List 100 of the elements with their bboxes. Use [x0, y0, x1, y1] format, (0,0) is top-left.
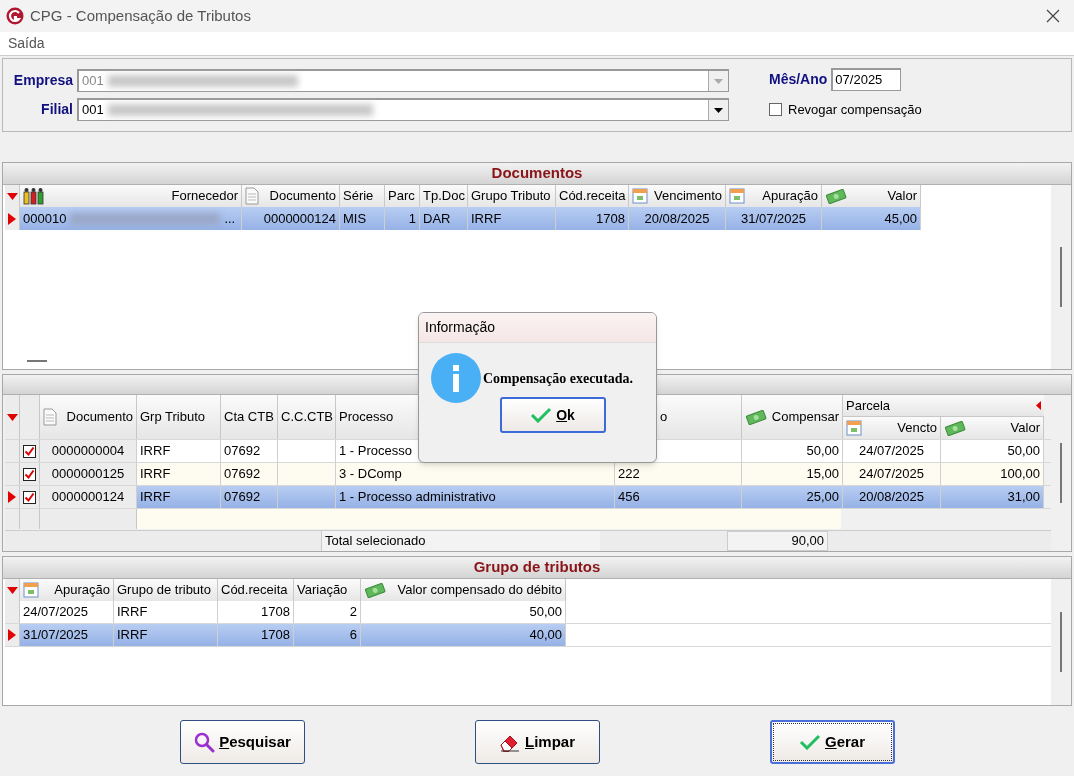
column-header[interactable]: Variação — [294, 579, 361, 601]
column-header[interactable]: Apuração — [20, 579, 114, 601]
column-header[interactable]: Cód.receita — [556, 185, 629, 207]
panel-title: Grupo de tributos — [473, 557, 601, 578]
column-header[interactable]: Apuração — [726, 185, 822, 207]
column-header[interactable]: Documento — [242, 185, 340, 207]
table-cell: 24/07/2025 — [843, 440, 941, 462]
table-cell: 0000000124 — [242, 207, 340, 230]
table-cell: 1 — [385, 207, 420, 230]
checkbox[interactable] — [769, 103, 782, 117]
column-header[interactable]: Tp.Doc — [420, 185, 468, 207]
field-label: Mês/Ano — [769, 70, 828, 89]
table-cell: MIS — [340, 207, 385, 230]
ok-button[interactable]: Ok — [499, 397, 606, 433]
column-group-header: Parcela — [843, 395, 1044, 417]
search-icon — [193, 731, 216, 753]
scrollbar-thumb[interactable] — [1060, 443, 1062, 503]
people-icon — [23, 187, 45, 205]
check-icon — [530, 407, 553, 423]
money-icon — [944, 420, 966, 436]
total-value: 90,00 — [727, 531, 828, 551]
table-cell: 0000000004 — [40, 440, 137, 462]
document-icon — [245, 187, 259, 205]
column-header[interactable]: Grupo de tributo — [114, 579, 218, 601]
selection-arrow-icon — [8, 629, 16, 641]
column-header[interactable] — [5, 185, 20, 207]
column-header[interactable]: Grupo Tributo — [468, 185, 556, 207]
info-icon — [431, 353, 481, 403]
close-icon[interactable] — [1046, 9, 1060, 23]
calendar-icon — [729, 188, 745, 204]
calendar-icon — [846, 420, 862, 436]
table-cell: 31/07/2025 — [20, 624, 114, 646]
app-logo-icon — [6, 7, 24, 25]
action-button[interactable]: Limpar — [474, 720, 600, 764]
document-icon — [43, 408, 57, 426]
column-header[interactable]: Valor — [822, 185, 921, 207]
column-header[interactable]: Fornecedor — [20, 185, 242, 207]
table-cell: 100,00 — [941, 463, 1044, 485]
table-cell: 1 - Processo administrativo — [336, 486, 615, 508]
collapse-arrow-icon[interactable] — [1036, 401, 1041, 410]
table-cell: IRRF — [114, 624, 218, 646]
dropdown-arrow-button[interactable] — [708, 100, 728, 120]
table-cell: 0000000125 — [40, 463, 137, 485]
table-cell: 40,00 — [361, 624, 566, 646]
menu-item[interactable]: Saída — [8, 33, 45, 54]
table-cell: 24/07/2025 — [20, 601, 114, 623]
calendar-icon — [23, 582, 39, 598]
table-cell: IRRF — [468, 207, 556, 230]
table-cell: 31,00 — [941, 486, 1044, 508]
dropdown-arrow-icon — [714, 107, 723, 113]
panel-title: Documentos — [491, 163, 583, 184]
checkbox-label: Revogar compensação — [788, 101, 922, 119]
field-label: Empresa — [12, 71, 74, 90]
window-title: CPG - Compensação de Tributos — [30, 5, 251, 26]
table-cell: 0000000124 — [40, 486, 137, 508]
table-cell: 50,00 — [941, 440, 1044, 462]
table-cell: IRRF — [137, 463, 221, 485]
column-header[interactable]: C.C.CTB — [278, 395, 336, 439]
action-button[interactable]: Gerar — [769, 720, 895, 764]
table-cell: IRRF — [137, 486, 221, 508]
table-cell: 20/08/2025 — [629, 207, 726, 230]
table-cell: 24/07/2025 — [843, 463, 941, 485]
column-header[interactable]: Valor — [941, 417, 1044, 439]
column-header[interactable]: Compensar — [742, 395, 843, 439]
column-header[interactable]: Vencimento — [629, 185, 726, 207]
table-cell: 000010 ... — [20, 207, 242, 230]
total-label: Total selecionado — [321, 531, 600, 551]
scrollbar-thumb[interactable] — [1060, 612, 1062, 672]
table-cell: 1708 — [218, 624, 294, 646]
table-cell: IRRF — [137, 440, 221, 462]
column-header[interactable]: Grp Tributo — [137, 395, 221, 439]
table-cell: 456 — [615, 486, 742, 508]
column-header[interactable]: Parc — [385, 185, 420, 207]
column-header[interactable]: Vencto — [843, 417, 941, 439]
selection-arrow-icon — [8, 491, 16, 503]
sort-arrow-icon — [6, 413, 18, 421]
table-cell: 25,00 — [742, 486, 843, 508]
table-cell: 45,00 — [822, 207, 921, 230]
scrollbar-thumb[interactable] — [1060, 247, 1062, 307]
table-cell: 3 - DComp — [336, 463, 615, 485]
column-header[interactable]: Valor compensado do débito — [361, 579, 566, 601]
column-header[interactable]: Cód.receita — [218, 579, 294, 601]
table-cell: 1708 — [556, 207, 629, 230]
column-header[interactable]: Série — [340, 185, 385, 207]
money-icon — [364, 582, 386, 598]
table-cell: 07692 — [221, 440, 278, 462]
money-icon — [825, 188, 847, 204]
column-header[interactable] — [5, 395, 20, 439]
month-year-field[interactable]: 07/2025 — [831, 68, 902, 91]
table-cell: 6 — [294, 624, 361, 646]
dropdown-arrow-icon — [714, 78, 723, 84]
column-header[interactable] — [5, 579, 20, 601]
column-header[interactable]: Cta CTB — [221, 395, 278, 439]
table-cell: 07692 — [221, 463, 278, 485]
column-header[interactable]: Documento — [40, 395, 137, 439]
action-button[interactable]: Pesquisar — [179, 720, 305, 764]
money-icon — [745, 409, 767, 425]
dropdown-field[interactable]: 001 — [77, 98, 729, 121]
table-cell: 50,00 — [742, 440, 843, 462]
field-label: Filial — [40, 100, 74, 119]
